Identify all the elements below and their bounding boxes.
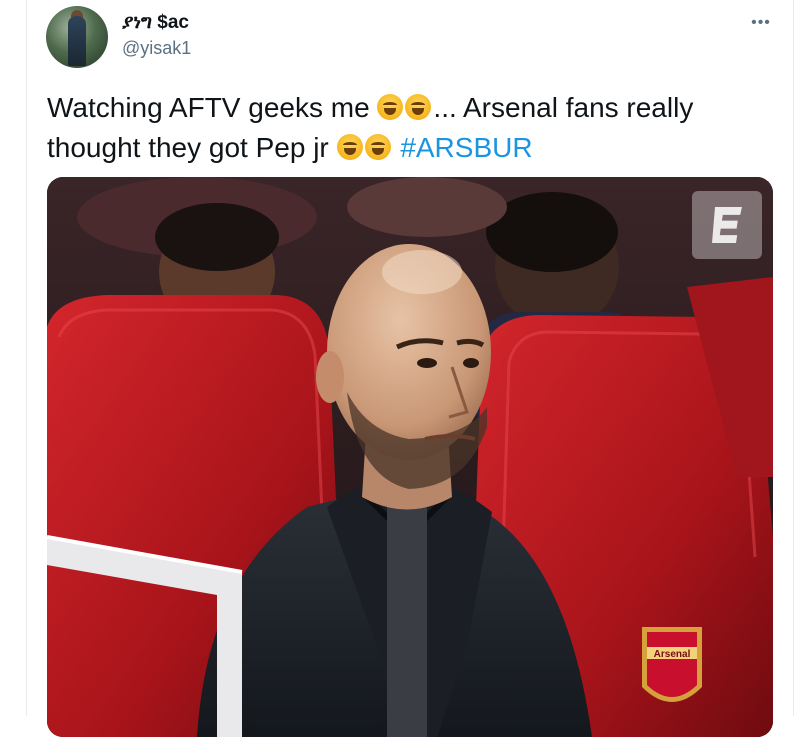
hashtag-link[interactable]: #ARSBUR [400, 132, 532, 163]
arsenal-crest-icon: Arsenal [642, 627, 702, 702]
avatar-figure-shape [68, 16, 86, 66]
tears-of-joy-emoji-icon [364, 134, 391, 160]
tweet-text-line2-start: thought they got Pep jr [47, 132, 337, 163]
tears-of-joy-emoji-icon [405, 94, 432, 120]
coach-photo-illustration: Arsenal [47, 177, 773, 737]
user-handle[interactable]: @yisak1 [122, 38, 191, 59]
svg-text:Arsenal: Arsenal [654, 649, 691, 660]
espn-watermark-icon [692, 191, 762, 259]
tweet-media-photo[interactable]: Arsenal [47, 177, 773, 737]
more-options-icon[interactable]: ••• [748, 14, 774, 32]
tweet-text-line1-end: ... Arsenal fans really [433, 92, 694, 123]
tweet-text-line1-start: Watching AFTV geeks me [47, 92, 378, 123]
tears-of-joy-emoji-icon [377, 94, 404, 120]
display-name[interactable]: ያነግ $ac [122, 12, 189, 34]
tears-of-joy-emoji-icon [336, 134, 363, 160]
user-avatar[interactable] [46, 6, 108, 68]
tweet-text: Watching AFTV geeks me ... Arsenal fans … [47, 88, 777, 168]
